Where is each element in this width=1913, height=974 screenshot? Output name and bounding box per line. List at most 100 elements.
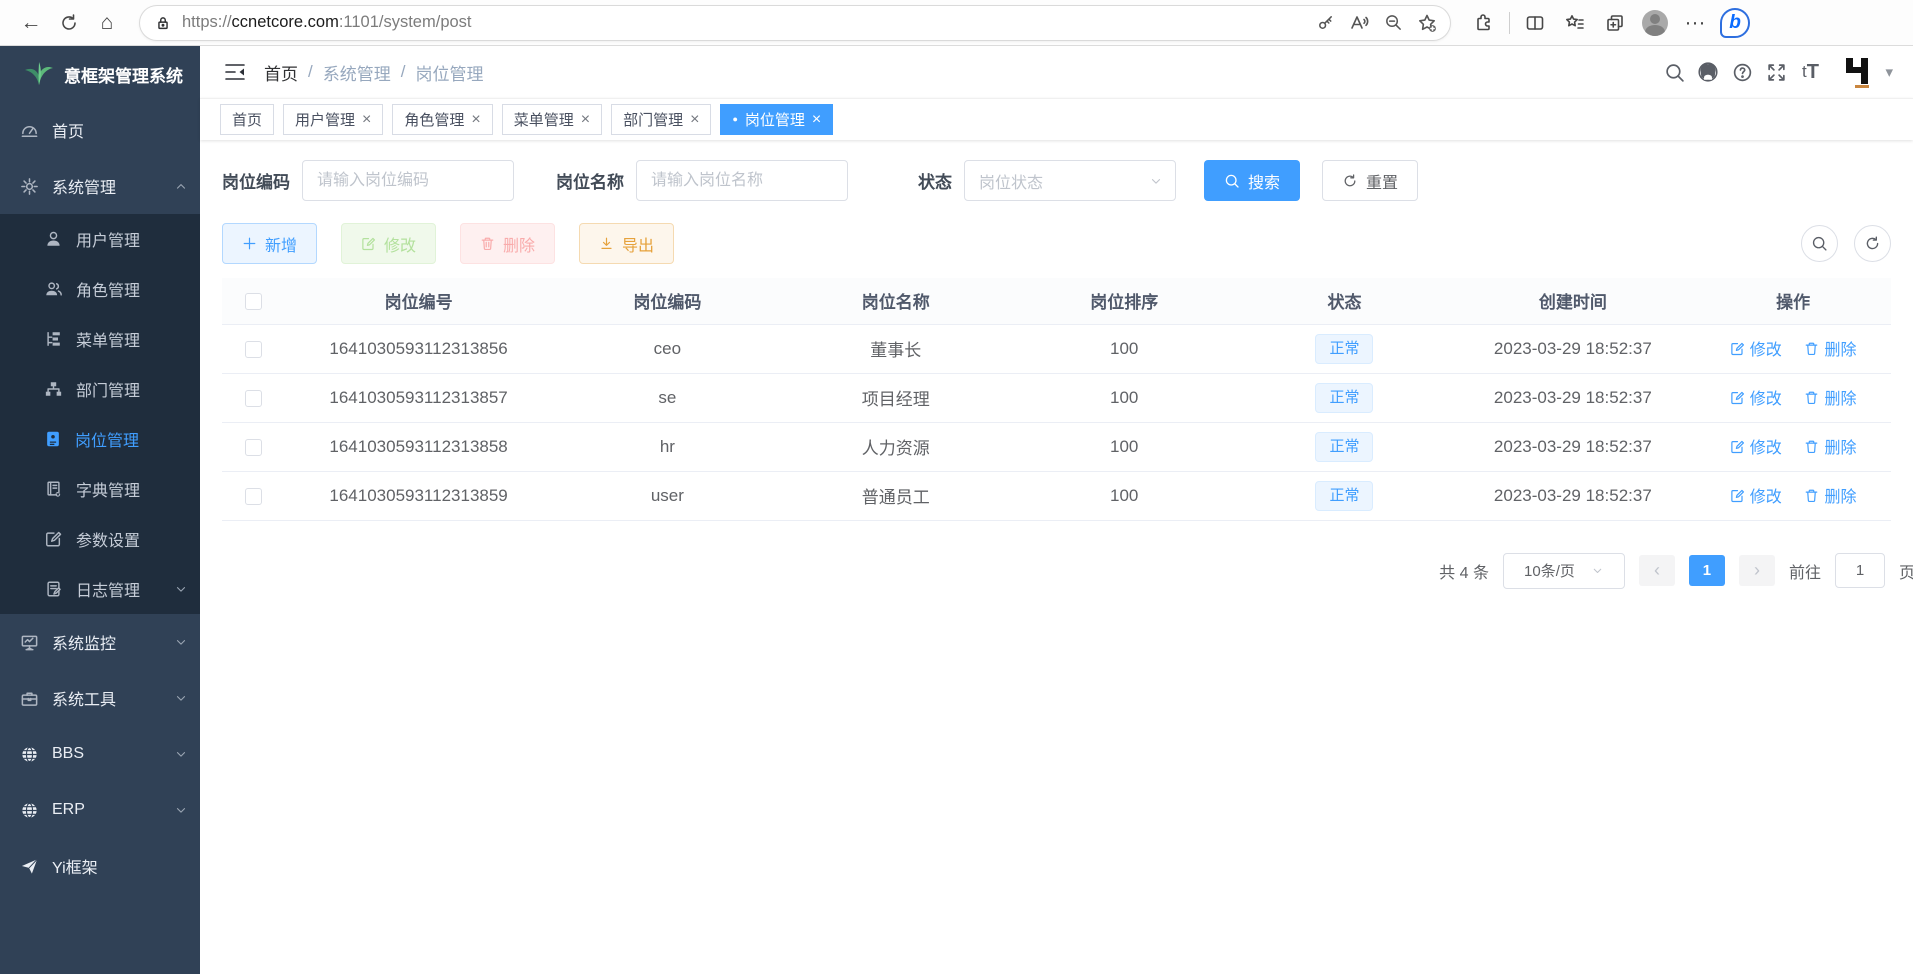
home-icon[interactable]: ⌂ xyxy=(88,4,126,42)
sidebar-item-label: 系统管理 xyxy=(52,174,116,198)
sidebar-item-home[interactable]: 首页 xyxy=(0,102,200,158)
export-button[interactable]: 导出 xyxy=(579,223,674,264)
zoom-out-icon[interactable] xyxy=(1376,8,1410,38)
post-code-input[interactable] xyxy=(302,160,514,201)
edit-button[interactable]: 修改 xyxy=(341,223,436,264)
row-edit-button[interactable]: 修改 xyxy=(1730,434,1782,458)
search-button[interactable]: 搜索 xyxy=(1204,160,1300,201)
breadcrumb-system[interactable]: 系统管理 xyxy=(323,60,391,85)
sidebar-item-erp[interactable]: ERP xyxy=(0,782,200,838)
tab-label: 菜单管理 xyxy=(514,109,574,130)
row-edit-button[interactable]: 修改 xyxy=(1730,385,1782,409)
trash-icon xyxy=(1804,439,1819,454)
caret-down-icon[interactable]: ▾ xyxy=(1885,63,1893,81)
edit-settings-icon xyxy=(44,530,63,548)
add-button[interactable]: 新增 xyxy=(222,223,317,264)
row-edit-button[interactable]: 修改 xyxy=(1730,483,1782,507)
close-icon[interactable]: × xyxy=(690,111,699,129)
sidebar-item-users[interactable]: 用户管理 xyxy=(0,214,200,264)
chevron-down-icon xyxy=(174,803,188,817)
select-all-checkbox[interactable] xyxy=(245,293,262,310)
toggle-search-button[interactable] xyxy=(1801,225,1838,262)
read-aloud-icon[interactable] xyxy=(1342,8,1376,38)
app-logo[interactable]: 意框架管理系统 xyxy=(0,46,200,102)
tab-home[interactable]: 首页 xyxy=(220,104,274,135)
split-screen-icon[interactable] xyxy=(1515,4,1555,42)
close-icon[interactable]: × xyxy=(812,111,821,129)
row-delete-button[interactable]: 删除 xyxy=(1804,483,1856,507)
back-icon[interactable]: ← xyxy=(12,4,50,42)
refresh-icon[interactable] xyxy=(50,4,88,42)
font-size-icon[interactable]: tT xyxy=(1793,55,1827,89)
cell-post-code: ceo xyxy=(553,324,781,373)
tab-role-management[interactable]: 角色管理 × xyxy=(392,104,492,135)
tab-post-management[interactable]: ● 岗位管理 × xyxy=(720,104,833,135)
extensions-icon[interactable] xyxy=(1464,4,1504,42)
sidebar-item-system[interactable]: 系统管理 xyxy=(0,158,200,214)
row-edit-button[interactable]: 修改 xyxy=(1730,336,1782,360)
row-delete-button[interactable]: 删除 xyxy=(1804,336,1856,360)
sidebar-item-dictionary[interactable]: 字典管理 xyxy=(0,464,200,514)
row-delete-button[interactable]: 删除 xyxy=(1804,385,1856,409)
password-key-icon[interactable] xyxy=(1308,8,1342,38)
add-favorite-icon[interactable] xyxy=(1410,8,1444,38)
posts-table: 岗位编号 岗位编码 岗位名称 岗位排序 状态 创建时间 操作 16410305 xyxy=(200,278,1913,521)
sidebar-fold-icon[interactable] xyxy=(220,57,250,87)
row-checkbox[interactable] xyxy=(245,488,262,505)
chevron-down-icon xyxy=(174,635,188,649)
table-row[interactable]: 1641030593112313857 se 项目经理 100 正常 2023-… xyxy=(222,373,1891,422)
profile-avatar[interactable] xyxy=(1635,4,1675,42)
column-header: 状态 xyxy=(1238,278,1450,324)
sidebar-item-bbs[interactable]: BBS xyxy=(0,726,200,782)
delete-button[interactable]: 删除 xyxy=(460,223,555,264)
status-select[interactable]: 岗位状态 xyxy=(964,160,1176,201)
sidebar-item-tools[interactable]: 系统工具 xyxy=(0,670,200,726)
filter-label: 岗位名称 xyxy=(556,168,624,193)
user-avatar[interactable] xyxy=(1841,56,1877,88)
favorites-icon[interactable] xyxy=(1555,4,1595,42)
row-delete-label: 删除 xyxy=(1824,336,1856,360)
copilot-icon[interactable]: b xyxy=(1715,4,1755,42)
row-checkbox[interactable] xyxy=(245,439,262,456)
help-icon[interactable] xyxy=(1725,55,1759,89)
github-icon[interactable] xyxy=(1691,55,1725,89)
fullscreen-icon[interactable] xyxy=(1759,55,1793,89)
prev-page-button[interactable]: ‹ xyxy=(1639,555,1675,586)
reset-button[interactable]: 重置 xyxy=(1322,160,1418,201)
row-checkbox[interactable] xyxy=(245,390,262,407)
row-delete-button[interactable]: 删除 xyxy=(1804,434,1856,458)
tab-menu-management[interactable]: 菜单管理 × xyxy=(502,104,602,135)
sidebar-item-departments[interactable]: 部门管理 xyxy=(0,364,200,414)
sidebar-item-posts[interactable]: 岗位管理 xyxy=(0,414,200,464)
post-badge-icon xyxy=(44,430,62,448)
sidebar-item-menus[interactable]: 菜单管理 xyxy=(0,314,200,364)
table-row[interactable]: 1641030593112313856 ceo 董事长 100 正常 2023-… xyxy=(222,324,1891,373)
close-icon[interactable]: × xyxy=(581,111,590,129)
post-name-input[interactable] xyxy=(636,160,848,201)
tab-department-management[interactable]: 部门管理 × xyxy=(611,104,711,135)
sidebar-item-monitoring[interactable]: 系统监控 xyxy=(0,614,200,670)
goto-page-input[interactable] xyxy=(1835,553,1885,588)
tab-user-management[interactable]: 用户管理 × xyxy=(283,104,383,135)
more-menu-icon[interactable]: ··· xyxy=(1675,4,1715,42)
search-icon[interactable] xyxy=(1657,55,1691,89)
close-icon[interactable]: × xyxy=(362,111,371,129)
dictionary-icon xyxy=(44,480,63,498)
refresh-table-button[interactable] xyxy=(1854,225,1891,262)
table-row[interactable]: 1641030593112313858 hr 人力资源 100 正常 2023-… xyxy=(222,422,1891,471)
table-row[interactable]: 1641030593112313859 user 普通员工 100 正常 202… xyxy=(222,471,1891,520)
row-checkbox[interactable] xyxy=(245,341,262,358)
address-bar[interactable]: https://ccnetcore.com:1101/system/post xyxy=(140,6,1450,40)
collections-icon[interactable] xyxy=(1595,4,1635,42)
sidebar-item-logs[interactable]: 日志管理 xyxy=(0,564,200,614)
breadcrumb-home[interactable]: 首页 xyxy=(264,60,298,85)
page-size-select[interactable]: 10条/页 xyxy=(1503,553,1625,589)
sidebar-item-parameters[interactable]: 参数设置 xyxy=(0,514,200,564)
app-header: 首页 / 系统管理 / 岗位管理 xyxy=(200,46,1913,98)
sidebar-item-roles[interactable]: 角色管理 xyxy=(0,264,200,314)
sidebar-item-yi-framework[interactable]: Yi框架 xyxy=(0,838,200,894)
next-page-button[interactable]: › xyxy=(1739,555,1775,586)
export-button-label: 导出 xyxy=(622,232,654,256)
page-1-button[interactable]: 1 xyxy=(1689,555,1725,586)
close-icon[interactable]: × xyxy=(471,111,480,129)
